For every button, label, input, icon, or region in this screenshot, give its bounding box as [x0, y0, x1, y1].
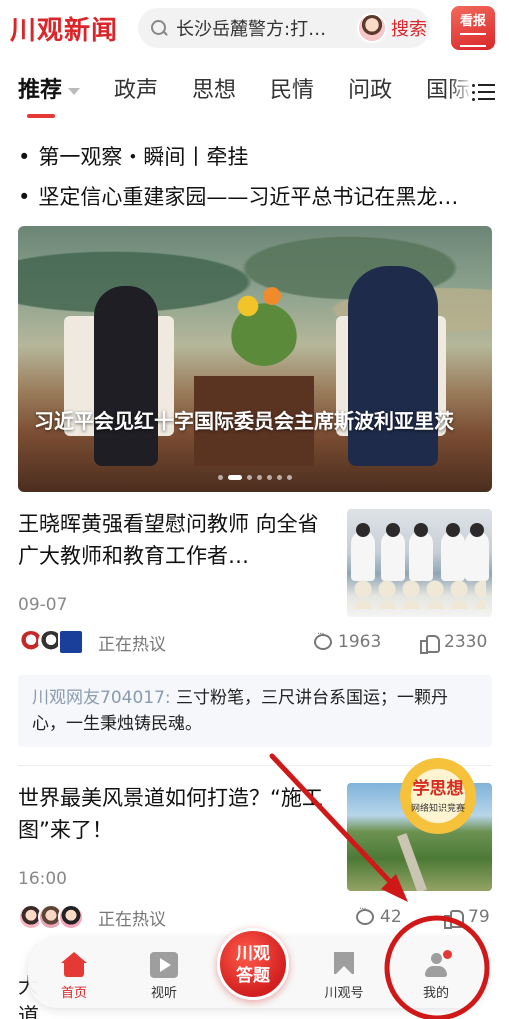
comment-count[interactable]: 1963	[314, 629, 381, 652]
quiz-label-line1: 川观	[236, 944, 270, 964]
notification-dot	[443, 950, 452, 959]
next-article-partial[interactable]: 道	[18, 1000, 39, 1019]
thumb-road	[397, 833, 427, 891]
carousel-dot[interactable]	[267, 475, 272, 480]
participant-avatars	[18, 904, 84, 930]
headline-item[interactable]: 第一观察・瞬间丨牵挂	[18, 141, 496, 171]
article-meta: 正在热议	[18, 903, 492, 931]
quiz-button[interactable]: 川观 答题	[217, 928, 289, 1000]
newspaper-icon	[460, 33, 486, 47]
search-button[interactable]: 搜索	[391, 15, 427, 41]
thumb-person	[409, 531, 433, 581]
nav-video-label: 视听	[150, 986, 177, 1001]
channel-tabs: 推荐 政声 思想 民情 问政 国际	[0, 72, 509, 122]
chevron-down-icon[interactable]	[68, 87, 81, 95]
hot-discussion-label: 正在热议	[98, 634, 166, 655]
nav-chuanguan-hao-label: 川观号	[324, 986, 364, 1001]
thumb-head	[356, 523, 370, 537]
featured-comment[interactable]: 川观网友704017: 三寸粉笔，三尺讲台系国运；一颗丹心，一生秉烛铸民魂。	[18, 675, 492, 747]
newspaper-label: 看报	[459, 14, 486, 29]
search-icon	[150, 19, 168, 37]
banner-caption: 习近平会见红十字国际委员会主席斯波利亚里茨	[34, 409, 454, 433]
bookmark-icon	[330, 952, 358, 978]
nav-mine[interactable]: 我的	[406, 950, 466, 1001]
carousel-dot[interactable]	[277, 475, 282, 480]
article-time: 16:00	[18, 869, 67, 889]
nav-home-label: 首页	[60, 986, 87, 1001]
participant-avatars	[18, 629, 84, 655]
headline-item[interactable]: 坚定信心重建家园——习近平总书记在黑龙…	[18, 181, 496, 211]
channel-menu-icon[interactable]	[472, 83, 495, 101]
article-time: 09-07	[18, 595, 68, 615]
user-icon	[422, 950, 452, 978]
comment-username: 川观网友704017:	[32, 688, 171, 708]
avatar	[58, 629, 84, 655]
search-bar[interactable]: 长沙岳麓警方:打… 搜索	[138, 8, 430, 48]
carousel-dot[interactable]	[257, 475, 262, 480]
home-icon	[60, 952, 88, 978]
tab-inquiry[interactable]: 问政	[348, 72, 392, 104]
nav-home[interactable]: 首页	[44, 952, 104, 1001]
quiz-label-line2: 答题	[236, 966, 270, 986]
thumb-head	[386, 523, 400, 537]
avatar	[58, 904, 84, 930]
thumbs-up-icon	[420, 633, 440, 654]
carousel-dot[interactable]	[218, 475, 223, 480]
badge-title: 学思想	[412, 779, 464, 799]
newspaper-button[interactable]: 看报	[451, 6, 495, 50]
tab-thought[interactable]: 思想	[192, 72, 236, 104]
carousel-dot-active[interactable]	[228, 475, 242, 480]
nav-chuanguan-hao[interactable]: 川观号	[314, 952, 374, 1001]
comment-icon	[356, 904, 374, 925]
thumb-bowls	[353, 579, 486, 609]
search-hot-text[interactable]: 长沙岳麓警方:打…	[176, 15, 351, 41]
thumb-head	[470, 523, 484, 537]
thumb-person	[465, 531, 489, 581]
tab-recommend[interactable]: 推荐	[18, 72, 81, 104]
thumb-head	[446, 523, 460, 537]
app-logo: 川观新闻	[10, 15, 119, 46]
article-title[interactable]: 王晓晖黄强看望慰问教师 向全省广大教师和教育工作者…	[18, 508, 330, 572]
banner-person	[348, 266, 438, 466]
tab-politics[interactable]: 政声	[114, 72, 158, 104]
nav-mine-label: 我的	[422, 986, 449, 1001]
thumb-head	[414, 523, 428, 537]
thumb-person	[351, 531, 375, 581]
article-title[interactable]: 世界最美风景道如何打造？“施工图”来了！	[18, 782, 330, 846]
tab-public-opinion[interactable]: 民情	[270, 72, 314, 104]
thumbs-up-icon	[444, 908, 464, 929]
top-banner[interactable]: 习近平会见红十字国际委员会主席斯波利亚里茨	[18, 226, 492, 492]
thumb-person	[381, 531, 405, 581]
like-count[interactable]: 79	[444, 907, 490, 929]
nav-video[interactable]: 视听	[134, 952, 194, 1001]
play-icon	[150, 952, 178, 978]
carousel-dots	[18, 475, 492, 480]
carousel-dot[interactable]	[247, 475, 252, 480]
active-tab-indicator	[27, 114, 55, 118]
article-thumbnail[interactable]	[347, 509, 492, 617]
like-count[interactable]: 2330	[420, 632, 487, 654]
bottom-navigation: 首页 视听 川观 答题 川观号 我的	[28, 928, 486, 1008]
quiz-badge[interactable]: 学思想 网络知识竞赛	[400, 758, 476, 834]
banner-flowers	[224, 266, 304, 366]
carousel-dot[interactable]	[287, 475, 292, 480]
badge-subtitle: 网络知识竞赛	[410, 804, 465, 814]
banner-person	[94, 286, 158, 466]
hot-discussion-label: 正在热议	[98, 909, 166, 930]
thumb-person	[441, 531, 465, 581]
comment-icon	[314, 629, 332, 650]
assistant-avatar[interactable]	[357, 13, 387, 43]
comment-count[interactable]: 42	[356, 904, 402, 927]
